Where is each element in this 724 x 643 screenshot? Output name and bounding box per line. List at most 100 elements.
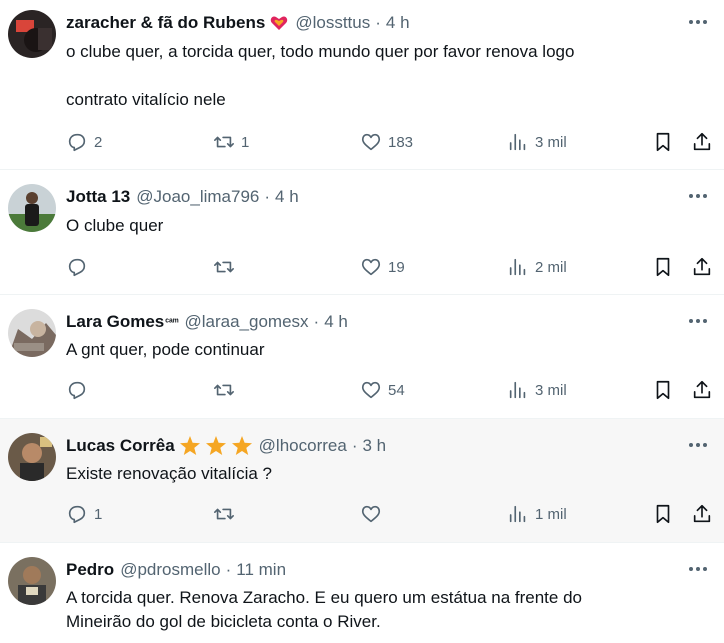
bookmark-button[interactable] — [652, 501, 674, 527]
retweet-button[interactable] — [213, 501, 241, 527]
author-name[interactable]: Lara Gomes — [66, 312, 164, 332]
more-icon[interactable] — [686, 559, 710, 579]
reply-button[interactable] — [66, 377, 94, 403]
author-name[interactable]: Pedro — [66, 560, 114, 580]
avatar[interactable] — [8, 433, 56, 481]
more-icon[interactable] — [686, 435, 710, 455]
author-handle[interactable]: @Joao_lima796 — [136, 187, 259, 207]
like-button[interactable]: 19 — [360, 254, 405, 280]
post-lara[interactable]: Lara Gomes ᶜᵃᵐ @laraa_gomesx · 4 h A gnt … — [0, 295, 724, 419]
views-button[interactable]: 2 mil — [507, 254, 567, 280]
bookmark-icon — [656, 132, 670, 152]
reply-count: 2 — [94, 133, 103, 151]
post-jotta[interactable]: Jotta 13 @Joao_lima796 · 4 h O clube que… — [0, 170, 724, 295]
retweet-icon — [214, 508, 234, 520]
views-icon — [509, 505, 526, 523]
retweet-button[interactable] — [213, 377, 241, 403]
like-button[interactable]: 183 — [360, 129, 413, 155]
reply-button[interactable]: 2 — [66, 129, 102, 155]
bookmark-icon — [656, 380, 670, 400]
action-bar: 19 2 mil — [0, 254, 724, 280]
like-button[interactable]: 54 — [360, 377, 405, 403]
separator-dot: · — [225, 560, 232, 579]
post-text-line: o clube quer, a torcida quer, todo mundo… — [66, 42, 575, 61]
views-button[interactable]: 1 mil — [507, 501, 567, 527]
views-count: 3 mil — [535, 133, 567, 151]
share-icon — [693, 257, 711, 276]
post-time[interactable]: 3 h — [362, 436, 386, 456]
action-bar: 54 3 mil — [0, 377, 724, 403]
retweet-button[interactable]: 1 — [213, 129, 249, 155]
post-header: Jotta 13 @Joao_lima796 · 4 h — [66, 186, 299, 208]
post-text-line: A torcida quer. Renova Zaracho. E eu que… — [66, 588, 582, 607]
share-button[interactable] — [691, 501, 713, 527]
avatar[interactable] — [8, 10, 56, 58]
reply-button[interactable] — [66, 254, 94, 280]
retweet-icon — [214, 136, 234, 148]
post-header: Lara Gomes ᶜᵃᵐ @laraa_gomesx · 4 h — [66, 311, 348, 333]
avatar[interactable] — [8, 557, 56, 605]
bookmark-button[interactable] — [652, 129, 674, 155]
separator-dot: · — [264, 187, 271, 206]
author-handle[interactable]: @laraa_gomesx — [184, 312, 308, 332]
views-count: 3 mil — [535, 381, 567, 399]
post-text: Existe renovação vitalícia ? — [66, 462, 706, 486]
heart-icon — [361, 381, 381, 399]
bookmark-icon — [656, 504, 670, 524]
post-time[interactable]: 4 h — [386, 13, 410, 33]
post-header: zaracher & fã do Rubens @lossttus · 4 h — [66, 12, 410, 34]
separator-dot: · — [351, 436, 358, 455]
post-text: A gnt quer, pode continuar — [66, 338, 706, 362]
post-zaracher[interactable]: zaracher & fã do Rubens @lossttus · 4 h … — [0, 0, 724, 170]
share-icon — [693, 504, 711, 523]
post-time[interactable]: 4 h — [275, 187, 299, 207]
post-text: o clube quer, a torcida quer, todo mundo… — [66, 40, 706, 112]
views-icon — [509, 258, 526, 276]
action-bar: 1 1 mil — [0, 501, 724, 527]
heart-badge-icon — [269, 13, 289, 33]
bookmark-button[interactable] — [652, 377, 674, 403]
more-icon[interactable] — [686, 311, 710, 331]
post-lucas[interactable]: Lucas Corrêa @lhocorrea · 3 h Existe ren… — [0, 419, 724, 543]
author-handle[interactable]: @lhocorrea — [259, 436, 347, 456]
retweet-count: 1 — [241, 133, 250, 151]
author-handle[interactable]: @pdrosmello — [120, 560, 220, 580]
like-button[interactable] — [360, 501, 388, 527]
bookmark-icon — [656, 257, 670, 277]
post-pedro[interactable]: Pedro @pdrosmello · 11 min A torcida que… — [0, 543, 724, 643]
author-name[interactable]: zaracher & fã do Rubens — [66, 13, 265, 33]
share-button[interactable] — [691, 129, 713, 155]
views-icon — [509, 381, 526, 399]
author-handle[interactable]: @lossttus — [295, 13, 370, 33]
more-icon[interactable] — [686, 186, 710, 206]
views-count: 1 mil — [535, 505, 567, 523]
post-time[interactable]: 4 h — [324, 312, 348, 332]
reply-icon — [68, 133, 86, 152]
post-text-line: A gnt quer, pode continuar — [66, 340, 265, 359]
share-button[interactable] — [691, 254, 713, 280]
avatar[interactable] — [8, 309, 56, 357]
reply-icon — [68, 381, 86, 400]
post-header: Lucas Corrêa @lhocorrea · 3 h — [66, 435, 386, 457]
author-name[interactable]: Lucas Corrêa — [66, 436, 175, 456]
share-button[interactable] — [691, 377, 713, 403]
like-count: 19 — [388, 258, 405, 276]
bookmark-button[interactable] — [652, 254, 674, 280]
post-time[interactable]: 11 min — [236, 560, 286, 580]
action-bar: 2 1 183 3 mil — [0, 129, 724, 155]
heart-icon — [361, 258, 381, 276]
author-name[interactable]: Jotta 13 — [66, 187, 130, 207]
views-button[interactable]: 3 mil — [507, 377, 567, 403]
reply-icon — [68, 258, 86, 277]
three-stars-icon — [179, 435, 253, 457]
post-header: Pedro @pdrosmello · 11 min — [66, 559, 286, 581]
retweet-icon — [214, 384, 234, 396]
avatar[interactable] — [8, 184, 56, 232]
reply-button[interactable]: 1 — [66, 501, 102, 527]
views-button[interactable]: 3 mil — [507, 129, 567, 155]
retweet-button[interactable] — [213, 254, 241, 280]
more-icon[interactable] — [686, 12, 710, 32]
heart-icon — [361, 505, 381, 523]
post-text-line: Existe renovação vitalícia ? — [66, 464, 272, 483]
views-count: 2 mil — [535, 258, 567, 276]
